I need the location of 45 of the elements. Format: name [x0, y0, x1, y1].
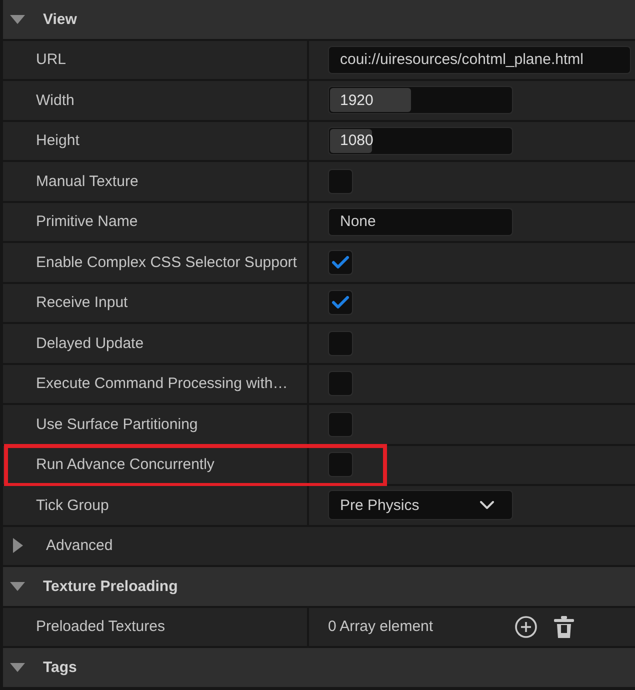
- property-label: URL: [36, 51, 66, 68]
- section-header[interactable]: View: [3, 0, 635, 38]
- checkbox[interactable]: [328, 290, 353, 316]
- checkbox[interactable]: [328, 250, 353, 275]
- checkbox[interactable]: [328, 168, 353, 194]
- property-label: Delayed Update: [36, 334, 144, 352]
- property-label: Preloaded Textures: [36, 618, 165, 636]
- property-label: Manual Texture: [36, 172, 138, 190]
- checkbox[interactable]: [328, 452, 353, 478]
- caret-right-icon[interactable]: [13, 538, 23, 554]
- section-title: Tags: [43, 658, 77, 676]
- checkbox[interactable]: [328, 330, 353, 356]
- property-label: Execute Command Processing with…: [36, 375, 288, 392]
- section-header[interactable]: Texture Preloading: [3, 567, 635, 606]
- section-title: View: [43, 10, 77, 28]
- caret-down-icon[interactable]: [10, 14, 25, 24]
- number-field[interactable]: 1080: [328, 126, 513, 155]
- caret-down-icon[interactable]: [10, 582, 25, 591]
- dropdown[interactable]: Pre Physics: [328, 490, 513, 520]
- delete-button[interactable]: [554, 616, 574, 638]
- section-header[interactable]: Tags: [3, 648, 635, 686]
- checkbox[interactable]: [328, 371, 353, 396]
- url-field[interactable]: coui://uiresources/cohtml_plane.html: [328, 46, 631, 74]
- section-title: Texture Preloading: [43, 578, 178, 595]
- text-field[interactable]: None: [328, 208, 513, 236]
- property-label: Height: [36, 132, 80, 150]
- property-label: Primitive Name: [36, 213, 138, 230]
- checkmark-icon: [332, 296, 349, 310]
- add-element-button[interactable]: [515, 616, 537, 638]
- caret-down-icon[interactable]: [10, 662, 25, 672]
- group-label: Advanced: [46, 537, 113, 554]
- property-label: Enable Complex CSS Selector Support: [36, 254, 297, 271]
- property-label: Receive Input: [36, 294, 128, 312]
- trash-icon: [554, 616, 574, 638]
- property-label: Tick Group: [36, 496, 109, 514]
- chevron-down-icon: [480, 501, 494, 510]
- property-group-row[interactable]: Advanced: [3, 526, 635, 565]
- checkbox[interactable]: [328, 412, 353, 437]
- checkmark-icon: [332, 256, 349, 269]
- array-count: 0 Array element: [328, 618, 434, 636]
- property-label: Run Advance Concurrently: [36, 456, 214, 474]
- number-field[interactable]: 1920: [328, 86, 513, 114]
- property-label: Width: [36, 92, 74, 109]
- property-label: Use Surface Partitioning: [36, 416, 198, 433]
- add-icon: [515, 616, 537, 638]
